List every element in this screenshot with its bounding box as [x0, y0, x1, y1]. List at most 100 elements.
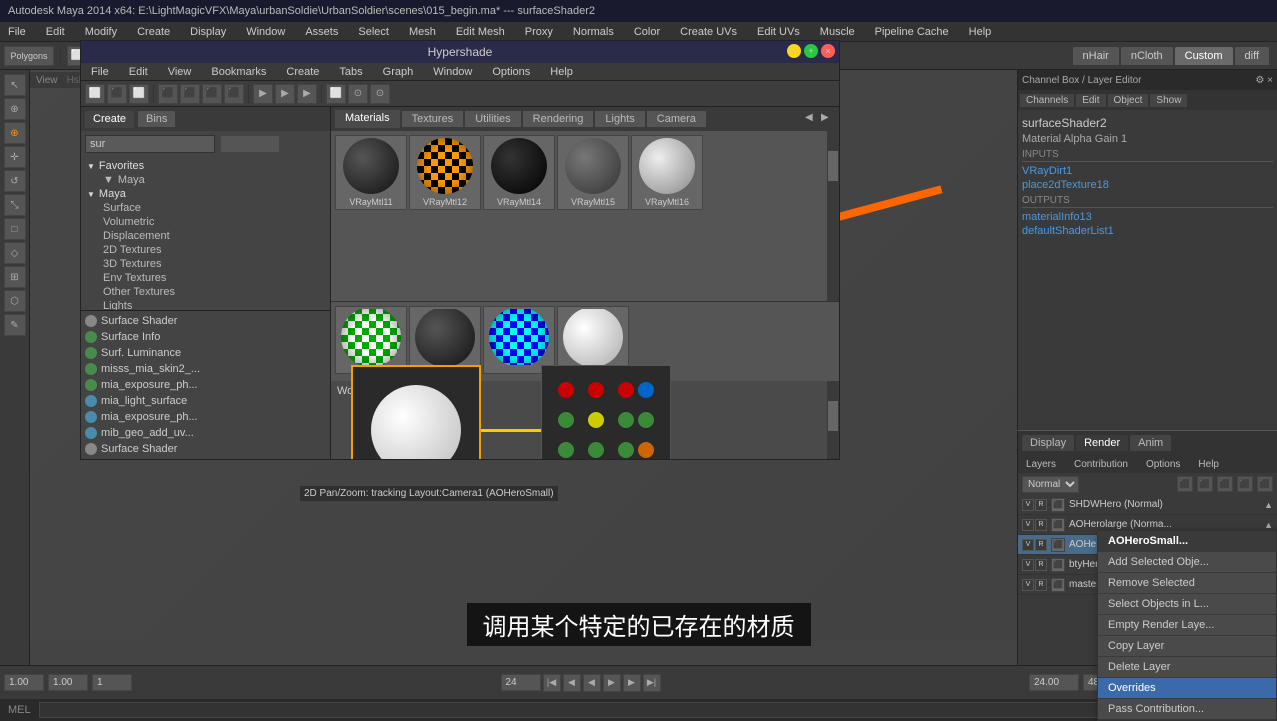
- work-node-texture[interactable]: place2dTexture18: [541, 365, 671, 459]
- menu-edit-mesh[interactable]: Edit Mesh: [452, 24, 509, 40]
- tree-maya-child[interactable]: ▼Maya: [83, 173, 328, 187]
- cm-overrides[interactable]: Overrides: [1098, 678, 1276, 699]
- shader-mia-light[interactable]: mia_light_surface: [83, 393, 328, 409]
- hs-tb-8[interactable]: ▶: [253, 84, 273, 104]
- toolbar-mode-btn[interactable]: Polygons: [4, 46, 54, 66]
- shader-misss[interactable]: misss_mia_skin2_...: [83, 361, 328, 377]
- hs-menu-create[interactable]: Create: [282, 64, 323, 80]
- cm-select-objects[interactable]: Select Objects in L...: [1098, 594, 1276, 615]
- rp-tb-btn1[interactable]: ⬛: [1177, 476, 1193, 492]
- layer-r-3[interactable]: R: [1035, 539, 1047, 551]
- hs-search-input[interactable]: [85, 135, 215, 153]
- cb-tab-edit[interactable]: Edit: [1076, 94, 1105, 107]
- anim-current-field[interactable]: [48, 674, 88, 691]
- tree-lights[interactable]: Lights: [83, 299, 328, 310]
- hs-rtab-textures[interactable]: Textures: [402, 111, 464, 127]
- tool-8[interactable]: ◇: [4, 242, 26, 264]
- layer-vis-1[interactable]: V: [1022, 499, 1034, 511]
- anim-play-back[interactable]: ◀: [583, 674, 601, 692]
- hs-tb-3[interactable]: ⬜: [129, 84, 149, 104]
- tree-3d-textures[interactable]: 3D Textures: [83, 257, 328, 271]
- layer-r-5[interactable]: R: [1035, 579, 1047, 591]
- hs-tb-12[interactable]: ⊙: [348, 84, 368, 104]
- rp-tab-display[interactable]: Display: [1022, 435, 1074, 451]
- tree-other-textures[interactable]: Other Textures: [83, 285, 328, 299]
- rp-tb-btn4[interactable]: ⬛: [1237, 476, 1253, 492]
- menu-normals[interactable]: Normals: [569, 24, 618, 40]
- cm-pass-contribution[interactable]: Pass Contribution...: [1098, 699, 1276, 720]
- tree-volumetric[interactable]: Volumetric: [83, 215, 328, 229]
- tool-move[interactable]: ✛: [4, 146, 26, 168]
- hs-scroll-left[interactable]: ◀: [805, 112, 819, 126]
- tree-surface[interactable]: Surface: [83, 201, 328, 215]
- rp-menu-options[interactable]: Options: [1142, 457, 1184, 472]
- anim-start-field[interactable]: [4, 674, 44, 691]
- layer-r-4[interactable]: R: [1035, 559, 1047, 571]
- menu-color[interactable]: Color: [630, 24, 664, 40]
- layer-vis-5[interactable]: V: [1022, 579, 1034, 591]
- thumb-r2-3[interactable]: [483, 306, 555, 374]
- hs-menu-view[interactable]: View: [164, 64, 196, 80]
- thumb-vray15[interactable]: VRayMtl15: [557, 135, 629, 210]
- rp-menu-layers[interactable]: Layers: [1022, 457, 1060, 472]
- menu-muscle[interactable]: Muscle: [816, 24, 859, 40]
- tab-diff[interactable]: diff: [1235, 47, 1269, 65]
- hs-tb-11[interactable]: ⬜: [326, 84, 346, 104]
- thumb-r2-4[interactable]: [557, 306, 629, 374]
- menu-assets[interactable]: Assets: [301, 24, 342, 40]
- thumb-r2-1[interactable]: [335, 306, 407, 374]
- menu-display[interactable]: Display: [186, 24, 230, 40]
- tool-10[interactable]: ⬡: [4, 290, 26, 312]
- shader-surf-luminance[interactable]: Surf. Luminance: [83, 345, 328, 361]
- search-slider[interactable]: [220, 135, 280, 153]
- thumb-vray16[interactable]: VRayMtl16: [631, 135, 703, 210]
- layer-r-2[interactable]: R: [1035, 519, 1047, 531]
- cm-empty-render[interactable]: Empty Render Laye...: [1098, 615, 1276, 636]
- anim-next-frame[interactable]: ▶: [623, 674, 641, 692]
- hs-menu-edit[interactable]: Edit: [125, 64, 152, 80]
- shader-mia-exposure2[interactable]: mia_exposure_ph...: [83, 409, 328, 425]
- work-area[interactable]: Work Area: [331, 381, 839, 459]
- anim-play-fwd[interactable]: ▶: [603, 674, 621, 692]
- hs-rtab-rendering[interactable]: Rendering: [523, 111, 594, 127]
- hs-tb-1[interactable]: ⬜: [85, 84, 105, 104]
- layer-vis-2[interactable]: V: [1022, 519, 1034, 531]
- hs-scroll-right[interactable]: ▶: [821, 112, 835, 126]
- layer-r-1[interactable]: R: [1035, 499, 1047, 511]
- win-minimize[interactable]: –: [787, 44, 801, 58]
- tab-custom[interactable]: Custom: [1175, 47, 1233, 65]
- shader-surface-info[interactable]: Surface Info: [83, 329, 328, 345]
- hs-rtab-utilities[interactable]: Utilities: [465, 111, 520, 127]
- hs-menu-file[interactable]: File: [87, 64, 113, 80]
- hs-tb-6[interactable]: ⬛: [202, 84, 222, 104]
- thumb-r2-2[interactable]: [409, 306, 481, 374]
- layer-vis-3[interactable]: V: [1022, 539, 1034, 551]
- shader-mia-exposure1[interactable]: mia_exposure_ph...: [83, 377, 328, 393]
- menu-edit-uvs[interactable]: Edit UVs: [753, 24, 804, 40]
- rp-tb-btn5[interactable]: ⬛: [1257, 476, 1273, 492]
- menu-window[interactable]: Window: [242, 24, 289, 40]
- menu-help[interactable]: Help: [965, 24, 996, 40]
- tool-9[interactable]: ⊞: [4, 266, 26, 288]
- anim-goto-start[interactable]: |◀: [543, 674, 561, 692]
- menu-edit[interactable]: Edit: [42, 24, 69, 40]
- menu-pipeline[interactable]: Pipeline Cache: [871, 24, 953, 40]
- shader-mib-geo[interactable]: mib_geo_add_uv...: [83, 425, 328, 441]
- thumb-vray11[interactable]: VRayMtl11: [335, 135, 407, 210]
- cb-input-place2d[interactable]: place2dTexture18: [1022, 178, 1273, 192]
- anim-prev-frame[interactable]: ◀: [563, 674, 581, 692]
- cb-input-vray[interactable]: VRayDirt1: [1022, 164, 1273, 178]
- cm-remove-selected[interactable]: Remove Selected: [1098, 573, 1276, 594]
- tool-select[interactable]: ↖: [4, 74, 26, 96]
- menu-file[interactable]: File: [4, 24, 30, 40]
- tool-scale[interactable]: ⤡: [4, 194, 26, 216]
- tree-favorites-header[interactable]: ▼ Favorites: [83, 159, 328, 173]
- hs-tb-9[interactable]: ▶: [275, 84, 295, 104]
- hs-menu-options[interactable]: Options: [488, 64, 534, 80]
- hs-rtab-camera[interactable]: Camera: [647, 111, 706, 127]
- tree-env-textures[interactable]: Env Textures: [83, 271, 328, 285]
- rp-menu-contribution[interactable]: Contribution: [1070, 457, 1132, 472]
- hs-tb-5[interactable]: ⬛: [180, 84, 200, 104]
- tool-3[interactable]: ⊕: [4, 122, 26, 144]
- cb-output-default[interactable]: defaultShaderList1: [1022, 224, 1273, 238]
